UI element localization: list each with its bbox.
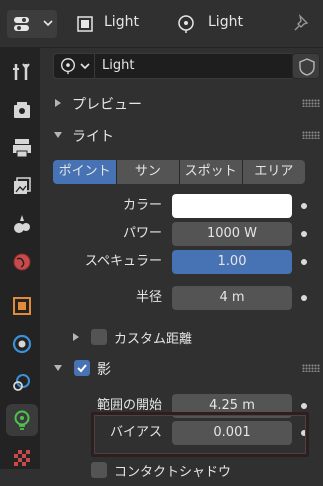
subpanel-custom-distance[interactable]: カスタム距離: [40, 324, 323, 350]
keyframe-dot-icon[interactable]: [301, 295, 307, 301]
tool-icon: [13, 63, 30, 80]
keyframe-dot-icon[interactable]: [301, 203, 307, 209]
object-icon: [77, 16, 93, 32]
light-data-icon: [61, 58, 75, 75]
tab-texture[interactable]: [6, 442, 38, 474]
data-name[interactable]: Light: [208, 14, 243, 30]
datablock-selector[interactable]: Light: [53, 53, 295, 79]
highlight-box: [91, 412, 309, 457]
power-label: パワー: [122, 226, 162, 241]
output-icon: [13, 139, 31, 158]
drag-handle-icon[interactable]: [302, 131, 320, 139]
panel-shadow-title: 影: [97, 362, 111, 378]
drag-handle-icon[interactable]: [302, 99, 320, 107]
tab-constraints[interactable]: [6, 366, 38, 398]
light-properties-panel: Light プレビュー ライト ポイント サン スポット エリア カラー パワー…: [40, 48, 323, 480]
physics-icon: [12, 334, 32, 354]
subpanel-contact-shadow[interactable]: コンタクトシャドウ: [40, 460, 323, 486]
panel-light-title: ライト: [72, 129, 114, 145]
object-name[interactable]: Light: [104, 14, 139, 30]
color-label: カラー: [122, 198, 162, 213]
tab-world[interactable]: [6, 246, 38, 278]
keyframe-dot-icon[interactable]: [301, 231, 307, 237]
chevron-right-icon: [55, 99, 61, 107]
properties-editor-icon: [14, 17, 29, 31]
specular-slider[interactable]: 1.00: [172, 250, 292, 274]
properties-tabs-sidebar: [0, 48, 40, 469]
scene-icon: [14, 215, 30, 233]
light-type-point[interactable]: ポイント: [53, 160, 117, 184]
constraint-icon: [13, 374, 30, 391]
keyframe-dot-icon[interactable]: [301, 259, 307, 265]
contact-shadow-label: コンタクトシャドウ: [114, 465, 232, 480]
light-type-spot[interactable]: スポット: [179, 160, 242, 184]
panel-preview[interactable]: プレビュー: [40, 88, 323, 118]
shield-icon: [299, 58, 315, 76]
chevron-down-icon: [54, 365, 62, 371]
tab-output[interactable]: [6, 132, 38, 164]
tab-light-data[interactable]: [6, 404, 38, 436]
light-bulb-icon: [14, 410, 30, 430]
light-type-selector: ポイント サン スポット エリア: [53, 160, 305, 184]
render-icon: [14, 102, 30, 118]
chevron-down-icon: [54, 132, 62, 138]
chevron-down-icon: [43, 20, 53, 27]
tab-physics[interactable]: [6, 328, 38, 360]
fake-user-button[interactable]: [292, 53, 320, 79]
divider: [94, 54, 95, 78]
custom-distance-checkbox[interactable]: [91, 329, 107, 345]
panel-preview-title: プレビュー: [72, 97, 142, 113]
power-field[interactable]: 1000 W: [172, 222, 292, 246]
world-icon: [13, 253, 31, 271]
view-layer-icon: [14, 177, 31, 194]
properties-header: Light Light: [0, 0, 323, 48]
radius-label: 半径: [135, 290, 162, 305]
chevron-right-icon: [73, 333, 79, 341]
panel-shadow[interactable]: 影: [40, 354, 323, 382]
chevron-down-icon: [80, 63, 90, 70]
custom-distance-label: カスタム距離: [114, 332, 193, 347]
tab-view-layer[interactable]: [6, 170, 38, 202]
panel-light[interactable]: ライト: [40, 120, 323, 150]
contact-shadow-checkbox[interactable]: [91, 462, 107, 478]
object-orange-icon: [13, 297, 31, 315]
shadow-checkbox[interactable]: [74, 360, 90, 376]
keyframe-dot-icon[interactable]: [301, 403, 307, 409]
pin-icon[interactable]: [293, 14, 311, 32]
datablock-name[interactable]: Light: [102, 58, 134, 73]
radius-field[interactable]: 4 m: [172, 286, 292, 310]
checkmark-icon: [77, 364, 87, 373]
color-swatch[interactable]: [172, 194, 292, 218]
light-data-icon: [178, 15, 194, 33]
light-type-area[interactable]: エリア: [242, 160, 305, 184]
tab-render[interactable]: [6, 94, 38, 126]
drag-handle-icon[interactable]: [302, 364, 320, 372]
tab-object[interactable]: [6, 290, 38, 322]
light-type-sun[interactable]: サン: [117, 160, 179, 184]
checker-icon: [14, 450, 30, 466]
specular-label: スペキュラー: [84, 254, 162, 269]
editor-type-selector[interactable]: [7, 10, 57, 38]
tab-scene[interactable]: [6, 208, 38, 240]
tab-tool[interactable]: [6, 56, 38, 88]
